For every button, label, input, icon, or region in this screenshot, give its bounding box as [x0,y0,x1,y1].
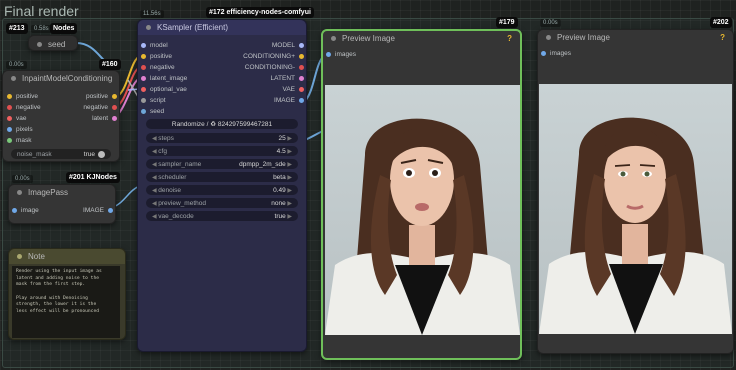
ksampler-input-seed[interactable]: seed [141,108,164,115]
preview1-title: Preview Image [342,34,395,43]
preview-image-node-1[interactable]: Preview Image ? images [321,29,522,360]
increment-icon[interactable]: ▶ [286,174,292,181]
preview2-time: 0.00s [540,19,561,27]
imagepass-node-badge: #201 KJNodes [66,172,120,183]
preview-image-2 [539,84,732,334]
seed-node-badge: #213 [6,23,28,34]
ksampler-output-conditioning-neg[interactable]: CONDITIONING- [245,64,304,71]
widget-cfg[interactable]: ◀ cfg 4.5 ▶ [146,146,298,156]
ksampler-node-header[interactable]: KSampler (Efficient) [138,20,306,35]
widget-preview-method[interactable]: ◀ preview_method none ▶ [146,198,298,208]
imagepass-node-title: ImagePass [28,188,69,197]
preview1-input-images[interactable]: images [326,51,356,58]
preview-image-1 [325,85,520,335]
noise-mask-toggle[interactable]: noise_mask true [11,149,111,159]
inpaint-output-latent[interactable]: latent [92,115,117,122]
increment-icon[interactable]: ▶ [286,200,292,207]
ksampler-output-image[interactable]: IMAGE [274,97,304,104]
inpaint-output-negative[interactable]: negative [83,104,117,111]
collapse-dot-icon[interactable] [11,76,16,81]
widget-vae-decode[interactable]: ◀ vae_decode true ▶ [146,211,298,221]
widget-steps[interactable]: ◀ steps 25 ▶ [146,133,298,143]
help-icon[interactable]: ? [720,33,725,42]
ksampler-output-vae[interactable]: VAE [282,86,304,93]
preview2-header[interactable]: Preview Image [538,30,733,45]
note-text[interactable]: Render using the input image as latent a… [12,266,120,338]
inpaint-node-time: 0.00s [6,61,27,69]
seed-node-badge2: Nodes [50,23,78,34]
imagepass-node[interactable]: ImagePass image IMAGE [8,184,116,224]
increment-icon[interactable]: ▶ [286,148,292,155]
ksampler-input-latent-image[interactable]: latent_image [141,75,187,82]
group-title: Final render [4,3,79,19]
widget-sampler-name[interactable]: ◀ sampler_name dpmpp_2m_sde ▶ [146,159,298,169]
imagepass-input-image[interactable]: image [12,207,39,214]
ksampler-input-script[interactable]: script [141,97,166,104]
widget-denoise[interactable]: ◀ denoise 0.49 ▶ [146,185,298,195]
collapse-dot-icon[interactable] [37,41,42,47]
ksampler-node-title: KSampler (Efficient) [157,23,228,32]
ksampler-output-latent[interactable]: LATENT [271,75,304,82]
preview1-badge: #179 [496,17,518,28]
seed-node-header[interactable]: seed [29,36,77,52]
seed-node-title: seed [48,39,66,49]
imagepass-node-time: 0.00s [12,175,33,183]
increment-icon[interactable]: ▶ [286,161,292,168]
collapse-dot-icon[interactable] [331,36,336,41]
inpaint-input-pixels[interactable]: pixels [7,126,33,133]
ksampler-input-optional-vae[interactable]: optional_vae [141,86,187,93]
preview2-title: Preview Image [557,33,610,42]
inpaint-input-mask[interactable]: mask [7,137,32,144]
help-icon[interactable]: ? [507,34,512,43]
ksampler-input-model[interactable]: model [141,42,168,49]
inpaint-input-positive[interactable]: positive [7,93,38,100]
inpaint-output-positive[interactable]: positive [86,93,117,100]
inpaint-conditioning-node[interactable]: InpaintModelConditioning positive negati… [2,70,120,162]
note-node-header[interactable]: Note [9,249,125,264]
increment-icon[interactable]: ▶ [286,213,292,220]
note-node-title: Note [28,252,45,261]
ksampler-input-positive[interactable]: positive [141,53,172,60]
ksampler-node-badge: #172 efficiency-nodes-comfyui [206,7,314,18]
portrait-worried-image [325,85,520,335]
seed-node-time: 0.58s [31,25,52,33]
imagepass-output-image[interactable]: IMAGE [83,207,113,214]
inpaint-node-header[interactable]: InpaintModelConditioning [3,71,119,86]
toggle-knob-icon[interactable] [98,150,105,158]
collapse-dot-icon[interactable] [17,254,22,259]
inpaint-node-title: InpaintModelConditioning [22,74,113,83]
ksampler-input-negative[interactable]: negative [141,64,175,71]
ksampler-output-model[interactable]: MODEL [272,42,304,49]
preview2-badge: #202 [710,17,732,28]
increment-icon[interactable]: ▶ [286,187,292,194]
preview-image-node-2[interactable]: Preview Image ? images [537,29,734,354]
inpaint-input-negative[interactable]: negative [7,104,41,111]
preview2-input-images[interactable]: images [541,50,571,57]
increment-icon[interactable]: ▶ [286,135,292,142]
ksampler-output-conditioning-pos[interactable]: CONDITIONING+ [243,53,304,60]
widget-scheduler[interactable]: ◀ scheduler beta ▶ [146,172,298,182]
collapse-dot-icon[interactable] [546,35,551,40]
imagepass-node-header[interactable]: ImagePass [9,185,115,200]
collapse-dot-icon[interactable] [146,25,151,30]
inpaint-input-vae[interactable]: vae [7,115,26,122]
ksampler-node[interactable]: KSampler (Efficient) model positive nega… [137,19,307,352]
inpaint-node-badge: #160 [99,59,121,70]
preview1-header[interactable]: Preview Image [323,31,520,46]
seed-node[interactable]: seed [28,35,78,51]
portrait-neutral-image [539,84,732,334]
collapse-dot-icon[interactable] [17,190,22,195]
ksampler-node-time: 11.56s [140,10,164,18]
randomize-seed-button[interactable]: Randomize / ♻ 824297599467281 [146,119,298,129]
